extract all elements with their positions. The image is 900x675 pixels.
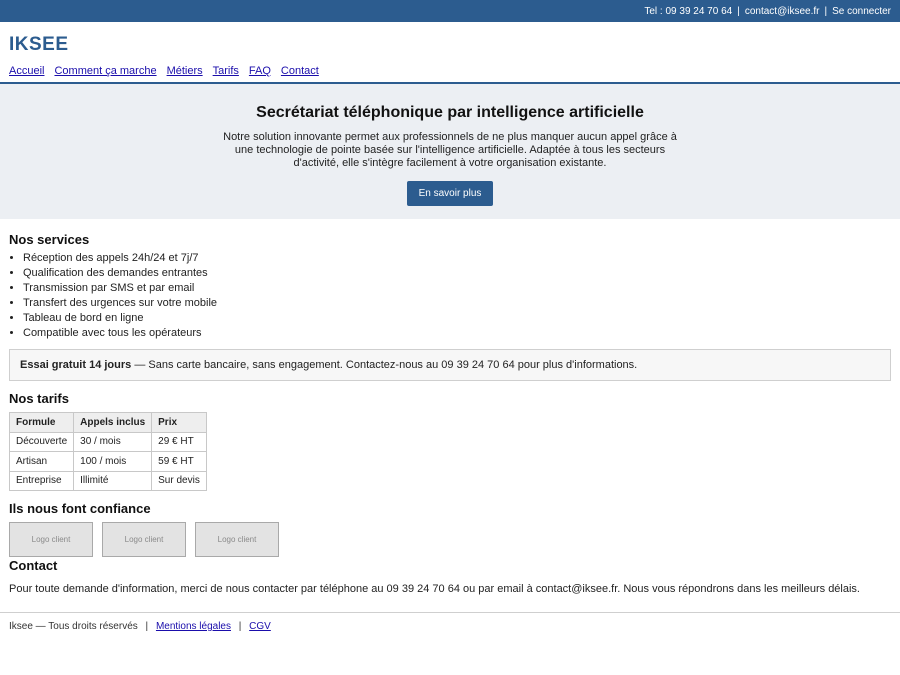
table-cell: 29 € HT: [151, 431, 208, 452]
list-item: Réception des appels 24h/24 et 7j/7: [23, 251, 891, 266]
trial-text: — Sans carte bancaire, sans engagement. …: [131, 359, 638, 371]
table-cell: 59 € HT: [151, 451, 208, 472]
nav-link-comment-ca-marche[interactable]: Comment ça marche: [54, 65, 156, 77]
column-header: Appels inclus: [73, 412, 153, 433]
legal-link[interactable]: Mentions légales: [156, 621, 231, 632]
list-item: Transfert des urgences sur votre mobile: [23, 296, 891, 311]
copyright-text: Iksee — Tous droits réservés: [9, 621, 138, 632]
table-cell: Entreprise: [8, 470, 75, 491]
nav-link-tarifs[interactable]: Tarifs: [213, 65, 239, 77]
nav-link-accueil[interactable]: Accueil: [9, 65, 44, 77]
separator: |: [824, 5, 828, 17]
separator: |: [145, 621, 149, 632]
client-logo: Logo client: [195, 522, 279, 557]
list-item: Compatible avec tous les opérateurs: [23, 326, 891, 341]
client-logos: Logo client Logo client Logo client: [9, 522, 891, 557]
top-bar: Tel : 09 39 24 70 64 | contact@iksee.fr …: [0, 0, 900, 22]
main-content: Nos services Réception des appels 24h/24…: [0, 232, 900, 595]
table-header-row: Formule Appels inclus Prix: [8, 412, 208, 433]
table-row: Découverte 30 / mois 29 € HT: [8, 431, 208, 452]
site-footer: Iksee — Tous droits réservés | Mentions …: [0, 612, 900, 640]
phone-text: Tel : 09 39 24 70 64: [644, 5, 733, 17]
column-header: Formule: [8, 412, 75, 433]
list-item: Qualification des demandes entrantes: [23, 266, 891, 281]
contact-text: Pour toute demande d'information, merci …: [9, 583, 860, 595]
learn-more-button[interactable]: En savoir plus: [406, 181, 494, 206]
login-link[interactable]: Se connecter: [832, 6, 891, 17]
cgv-link[interactable]: CGV: [249, 621, 271, 632]
table-cell: Artisan: [8, 451, 75, 472]
client-logo: Logo client: [9, 522, 93, 557]
nav-link-contact[interactable]: Contact: [281, 65, 319, 77]
hero-section: Secrétariat téléphonique par intelligenc…: [0, 84, 900, 219]
table-cell: 100 / mois: [73, 451, 153, 472]
trial-title: Essai gratuit 14 jours: [20, 359, 132, 371]
column-header: Prix: [151, 412, 208, 433]
hero-title: Secrétariat téléphonique par intelligenc…: [256, 104, 644, 121]
separator: |: [737, 5, 740, 17]
email-text: contact@iksee.fr: [744, 5, 820, 17]
table-cell: 30 / mois: [73, 431, 153, 452]
separator: |: [238, 621, 242, 632]
table-cell: Sur devis: [151, 470, 208, 491]
table-row: Entreprise Illimité Sur devis: [8, 470, 208, 491]
trust-title: Ils nous font confiance: [9, 501, 151, 516]
nav-link-faq[interactable]: FAQ: [249, 65, 271, 77]
list-item: Transmission par SMS et par email: [23, 281, 891, 296]
services-title: Nos services: [9, 232, 90, 247]
main-nav: Accueil Comment ça marche Métiers Tarifs…: [9, 65, 891, 77]
hero-text: Notre solution innovante permet aux prof…: [223, 131, 677, 169]
site-logo[interactable]: IKSEE: [9, 34, 891, 56]
services-list: Réception des appels 24h/24 et 7j/7 Qual…: [9, 251, 891, 341]
nav-link-metiers[interactable]: Métiers: [167, 65, 203, 77]
table-cell: Illimité: [73, 470, 153, 491]
table-row: Artisan 100 / mois 59 € HT: [8, 451, 208, 472]
trial-banner: Essai gratuit 14 jours — Sans carte banc…: [9, 349, 891, 381]
contact-title: Contact: [9, 558, 58, 573]
pricing-title: Nos tarifs: [9, 391, 69, 406]
pricing-table: Formule Appels inclus Prix Découverte 30…: [8, 412, 208, 491]
table-cell: Découverte: [8, 431, 75, 452]
list-item: Tableau de bord en ligne: [23, 311, 891, 326]
site-header: IKSEE Accueil Comment ça marche Métiers …: [0, 22, 900, 84]
client-logo: Logo client: [102, 522, 186, 557]
